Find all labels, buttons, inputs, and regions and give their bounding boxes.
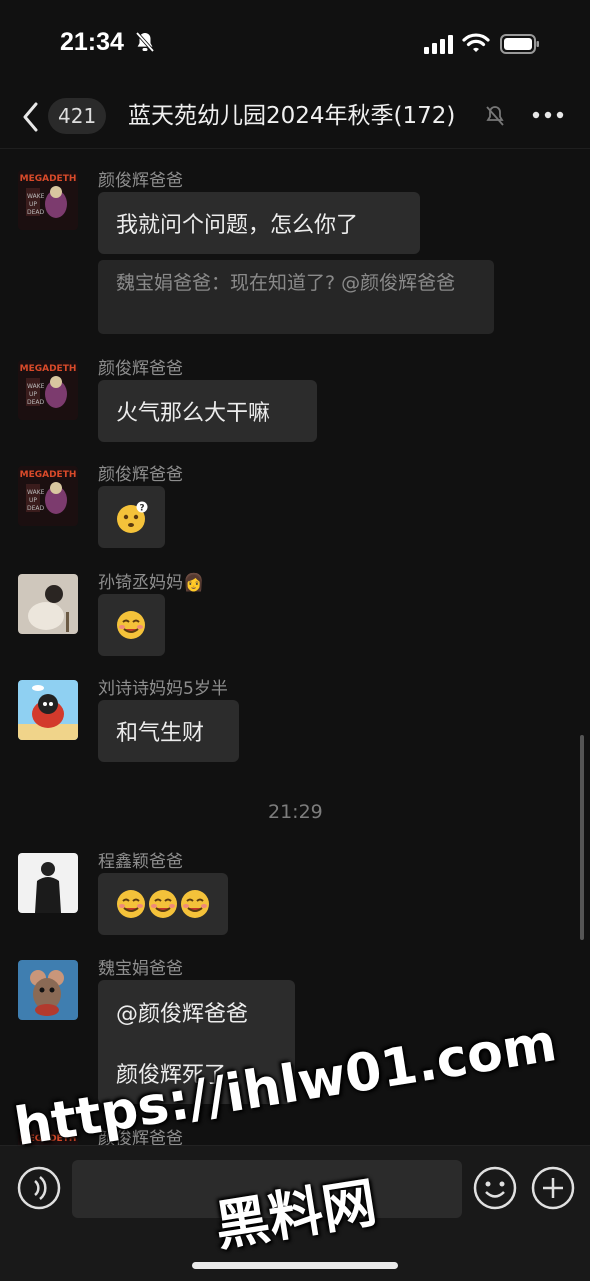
more-options-icon[interactable] (532, 110, 564, 120)
avatar-megadeth[interactable]: MEGADETH WAKE UP DEAD (18, 360, 78, 420)
message-text: 和气生财 (116, 721, 205, 746)
message-bubble[interactable]: ? (98, 486, 165, 548)
sender-name: 颜俊辉爸爸 (98, 171, 183, 191)
megadeth-album-icon: MEGADETH WAKE UP DEAD (18, 170, 78, 230)
scrollbar[interactable] (580, 735, 584, 940)
voice-input-icon[interactable] (16, 1165, 62, 1211)
svg-text:MEGADETH: MEGADETH (20, 470, 77, 480)
svg-text:UP: UP (29, 497, 37, 504)
svg-text:WAKE: WAKE (27, 489, 45, 496)
sender-name: 颜俊辉爸爸 (98, 359, 183, 379)
quoted-text: 魏宝娟爸爸：现在知道了? @颜俊辉爸爸 (116, 272, 456, 294)
status-bar: 21:34 (0, 0, 590, 90)
battery-icon (500, 34, 539, 54)
svg-text:UP: UP (29, 201, 37, 208)
sender-name: 孙锜丞妈妈👩 (98, 573, 205, 593)
svg-text:MEGADETH: MEGADETH (20, 174, 77, 184)
status-time: 21:34 (60, 28, 124, 56)
sender-name: 颜俊辉爸爸 (98, 465, 183, 485)
message-bubble[interactable]: 我就问个问题，怎么你了 (98, 192, 420, 254)
time-separator: 21:29 (268, 801, 323, 823)
svg-text:UP: UP (29, 391, 37, 398)
sender-name: 刘诗诗妈妈5岁半 (98, 679, 228, 699)
svg-text:MEGADETH: MEGADETH (20, 364, 77, 374)
unread-count-badge[interactable]: 421 (48, 98, 107, 134)
confused-face-emoji-icon: ? (117, 501, 148, 533)
sender-name: 程鑫颖爸爸 (98, 852, 183, 872)
wifi-icon (462, 33, 490, 52)
avatar-photo[interactable] (18, 574, 78, 634)
header-divider (0, 148, 590, 149)
avatar-person[interactable] (18, 853, 78, 913)
svg-text:WAKE: WAKE (27, 383, 45, 390)
quoted-message[interactable]: 魏宝娟爸爸：现在知道了? @颜俊辉爸爸 (98, 260, 494, 334)
message-bubble[interactable]: 火气那么大干嘛 (98, 380, 317, 442)
avatar-megadeth[interactable]: MEGADETH WAKE UP DEAD (18, 170, 78, 230)
mention-text: @颜俊辉爸爸 (116, 1002, 249, 1027)
message-bubble[interactable] (98, 594, 165, 656)
muted-bell-icon (486, 106, 504, 126)
message-list[interactable]: MEGADETH WAKE UP DEAD 颜俊辉爸爸 我就问个问题，怎么你了 … (0, 150, 590, 1145)
woman-emoji: 👩 (183, 573, 205, 593)
chat-header: 421 蓝天苑幼儿园2024年秋季(172) (0, 88, 590, 144)
message-text: 我就问个问题，怎么你了 (116, 213, 359, 238)
megadeth-album-icon: MEGADETH WAKE UP DEAD (18, 360, 78, 420)
home-indicator[interactable] (192, 1262, 398, 1269)
svg-text:WAKE: WAKE (27, 193, 45, 200)
plus-icon[interactable] (530, 1165, 576, 1211)
chat-title: 蓝天苑幼儿园2024年秋季(172) (128, 103, 456, 129)
bell-off-icon (135, 31, 155, 53)
svg-text:DEAD: DEAD (27, 505, 45, 512)
message-text: 火气那么大干嘛 (116, 401, 271, 426)
back-arrow-icon[interactable] (20, 100, 42, 134)
svg-text:?: ? (139, 504, 144, 514)
message-bubble[interactable]: 和气生财 (98, 700, 239, 762)
cellular-signal-icon (424, 35, 453, 54)
avatar-cartoon[interactable] (18, 680, 78, 740)
sly-smile-emoji-icon (117, 611, 145, 639)
message-bubble[interactable] (98, 873, 228, 935)
cartoon-kid-icon (18, 680, 78, 740)
woman-photo-icon (18, 574, 78, 634)
sender-name: 魏宝娟爸爸 (98, 959, 183, 979)
sly-smile-emoji-icons (117, 890, 209, 918)
emoji-icon[interactable] (472, 1165, 518, 1211)
avatar-megadeth[interactable]: MEGADETH WAKE UP DEAD (18, 466, 78, 526)
svg-text:DEAD: DEAD (27, 399, 45, 406)
svg-text:DEAD: DEAD (27, 209, 45, 216)
person-photo-icon (18, 853, 78, 913)
megadeth-album-icon: MEGADETH WAKE UP DEAD (18, 466, 78, 526)
avatar-mouse[interactable] (18, 960, 78, 1020)
mouse-cartoon-icon (18, 960, 78, 1020)
